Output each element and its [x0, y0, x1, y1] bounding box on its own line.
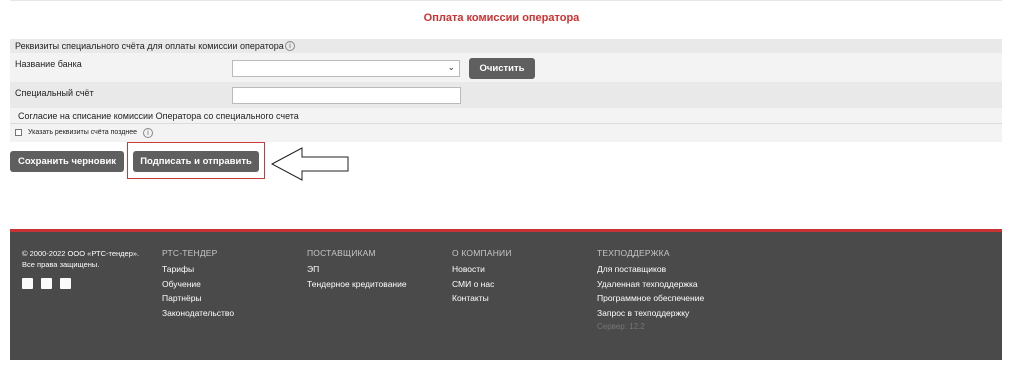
footer-link[interactable]: Для поставщиков	[597, 264, 666, 274]
footer-link[interactable]: Новости	[452, 264, 485, 274]
footer-link[interactable]: Партнёры	[162, 293, 202, 303]
footer-link[interactable]: Запрос в техподдержку	[597, 308, 689, 318]
footer-col-header: ПОСТАВЩИКАМ	[307, 248, 376, 258]
page-title: Оплата комиссии оператора	[423, 12, 580, 24]
footer-copyright: © 2000-2022 ООО «РТС-тендер». Все права …	[22, 248, 139, 270]
info-icon[interactable]: i	[143, 128, 153, 138]
account-label: Специальный счёт	[15, 88, 94, 98]
later-checkbox-label: Указать реквизиты счёта позднее	[28, 129, 138, 136]
footer-col-header: РТС-ТЕНДЕР	[162, 248, 218, 258]
copyright-line: Все права защищены.	[22, 260, 100, 269]
chevron-down-icon: ⌄	[447, 62, 455, 72]
social-icon[interactable]	[22, 278, 33, 289]
social-icon[interactable]	[60, 278, 71, 289]
footer-col-header: ТЕХПОДДЕРЖКА	[597, 248, 670, 258]
copyright-line: © 2000-2022 ООО «РТС-тендер».	[22, 249, 140, 258]
bank-label: Название банка	[15, 59, 82, 69]
account-row: Специальный счёт	[10, 82, 1002, 108]
later-checkbox[interactable]	[15, 129, 22, 136]
server-version: Сервер: 12.2	[597, 322, 645, 331]
bank-select[interactable]: ⌄	[232, 60, 460, 77]
footer-link[interactable]: Программное обеспечение	[597, 293, 704, 303]
footer-link[interactable]: Тарифы	[162, 264, 194, 274]
footer-col-header: О КОМПАНИИ	[452, 248, 512, 258]
footer-link[interactable]: СМИ о нас	[452, 279, 494, 289]
sign-and-send-button[interactable]: Подписать и отправить	[133, 151, 259, 172]
footer-link[interactable]: Удаленная техподдержка	[597, 279, 698, 289]
arrow-left-icon	[270, 147, 349, 181]
section-header-label: Реквизиты специального счёта для оплаты …	[15, 41, 284, 51]
social-icon[interactable]	[41, 278, 52, 289]
footer-link[interactable]: Обучение	[162, 279, 201, 289]
consent-header-label: Согласие на списание комиссии Оператора …	[18, 111, 299, 121]
footer-link[interactable]: ЭП	[307, 264, 319, 274]
clear-button[interactable]: Очистить	[469, 58, 535, 79]
footer-link[interactable]: Законодательство	[162, 308, 234, 318]
footer-link[interactable]: Тендерное кредитование	[307, 279, 407, 289]
info-icon[interactable]: i	[285, 41, 295, 51]
later-row	[10, 124, 1002, 142]
save-draft-button[interactable]: Сохранить черновик	[10, 151, 124, 172]
section-header: Реквизиты специального счёта для оплаты …	[10, 39, 1002, 53]
footer-link[interactable]: Контакты	[452, 293, 489, 303]
consent-header: Согласие на списание комиссии Оператора …	[10, 108, 1002, 124]
account-input[interactable]	[232, 87, 461, 104]
top-divider	[10, 0, 1002, 1]
